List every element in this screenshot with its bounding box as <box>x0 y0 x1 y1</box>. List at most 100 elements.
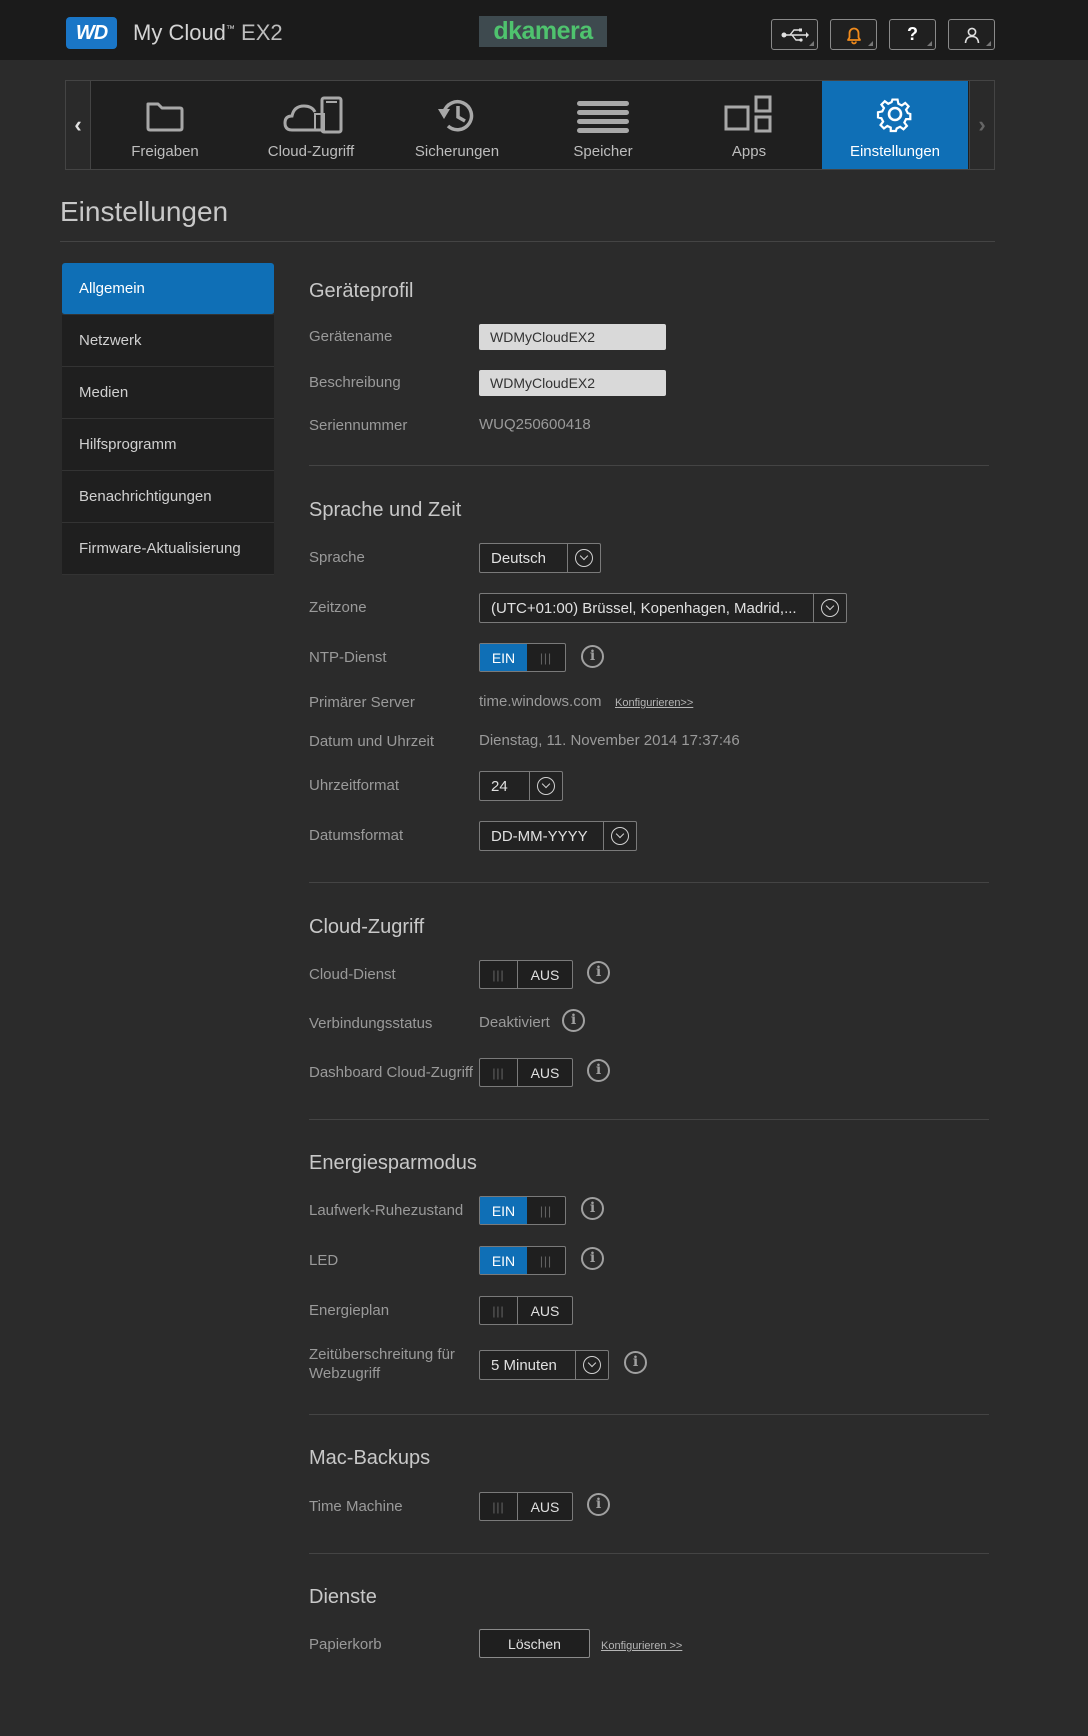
toggle-state: EIN <box>480 1247 527 1274</box>
trash-delete-button[interactable]: Löschen <box>479 1629 590 1658</box>
ntp-label: NTP-Dienst <box>309 649 387 666</box>
info-icon[interactable]: i <box>581 1197 604 1220</box>
chevron-right-icon: › <box>978 112 986 137</box>
nav-label: Sicherungen <box>414 143 500 160</box>
drive-sleep-label: Laufwerk-Ruhezustand <box>309 1202 464 1219</box>
drive-sleep-toggle[interactable]: EIN ||| <box>479 1196 566 1225</box>
section-divider <box>309 1119 989 1120</box>
usb-button[interactable] <box>771 19 818 50</box>
product-model: EX2 <box>241 20 283 45</box>
toggle-state: AUS <box>530 966 560 983</box>
info-icon[interactable]: i <box>562 1009 585 1032</box>
sidebar-item-hilfsprogramm[interactable]: Hilfsprogramm <box>62 419 274 471</box>
toggle-grip: ||| <box>480 1297 518 1324</box>
account-button[interactable] <box>948 19 995 50</box>
nav-item-speicher[interactable]: Speicher <box>530 81 676 169</box>
cloud-service-toggle[interactable]: ||| AUS <box>479 960 573 989</box>
info-icon[interactable]: i <box>587 961 610 984</box>
description-input[interactable]: WDMyCloudEX2 <box>479 370 666 396</box>
section-title-mac: Mac-Backups <box>309 1447 431 1469</box>
energy-plan-toggle[interactable]: ||| AUS <box>479 1296 573 1325</box>
sidebar-item-firmware[interactable]: Firmware-Aktualisierung <box>62 523 274 575</box>
info-icon[interactable]: i <box>581 1247 604 1270</box>
help-icon: ? <box>907 24 918 44</box>
chevron-down-icon <box>583 1356 601 1374</box>
cloud-service-label: Cloud-Dienst <box>309 966 396 983</box>
serial-label: Seriennummer <box>309 417 408 434</box>
page-title: Einstellungen <box>60 196 229 227</box>
timeformat-label: Uhrzeitformat <box>309 777 400 794</box>
nav-item-cloud-zugriff[interactable]: Cloud-Zugriff <box>238 81 384 169</box>
device-name-input[interactable]: WDMyCloudEX2 <box>479 324 666 350</box>
ntp-toggle[interactable]: EIN ||| <box>479 643 566 672</box>
configure-trash-link[interactable]: Konfigurieren >> <box>601 1640 682 1652</box>
cloud-devices-icon <box>283 96 343 134</box>
led-toggle[interactable]: EIN ||| <box>479 1246 566 1275</box>
bell-icon <box>846 27 861 44</box>
timezone-select[interactable]: (UTC+01:00) Brüssel, Kopenhagen, Madrid,… <box>479 593 847 623</box>
timezone-label: Zeitzone <box>309 599 367 616</box>
folder-icon <box>146 102 184 132</box>
time-machine-toggle[interactable]: ||| AUS <box>479 1492 573 1521</box>
nav-next-button[interactable]: › <box>969 81 994 169</box>
primary-server-label: Primärer Server <box>309 694 415 711</box>
timezone-value: (UTC+01:00) Brüssel, Kopenhagen, Madrid,… <box>491 599 797 617</box>
sidebar-item-benachrichtigungen[interactable]: Benachrichtigungen <box>62 471 274 523</box>
nav-item-apps[interactable]: Apps <box>676 81 822 169</box>
energy-plan-label: Energieplan <box>309 1302 390 1319</box>
nav-label: Einstellungen <box>849 143 941 160</box>
description-label: Beschreibung <box>309 374 401 391</box>
info-icon[interactable]: i <box>587 1059 610 1082</box>
time-machine-label: Time Machine <box>309 1498 403 1515</box>
product-name-text: My Cloud <box>133 20 226 45</box>
nav-item-einstellungen[interactable]: Einstellungen <box>822 81 968 169</box>
nav-label: Cloud-Zugriff <box>267 143 355 160</box>
sidebar-item-allgemein[interactable]: Allgemein <box>62 263 274 315</box>
dashboard-cloud-toggle[interactable]: ||| AUS <box>479 1058 573 1087</box>
title-divider <box>60 241 995 242</box>
chevron-left-icon: ‹ <box>74 112 82 137</box>
serial-value: WUQ250600418 <box>479 416 591 433</box>
configure-ntp-link[interactable]: Konfigurieren>> <box>615 697 693 709</box>
notifications-button[interactable] <box>830 19 877 50</box>
storage-icon <box>577 101 629 133</box>
dashboard-cloud-label: Dashboard Cloud-Zugriff <box>309 1064 473 1081</box>
dateformat-value: DD-MM-YYYY <box>491 827 588 845</box>
web-timeout-value: 5 Minuten <box>491 1356 557 1374</box>
nav-item-sicherungen[interactable]: Sicherungen <box>384 81 530 169</box>
nav-prev-button[interactable]: ‹ <box>66 81 91 169</box>
info-icon[interactable]: i <box>581 645 604 668</box>
toggle-state: AUS <box>530 1498 560 1515</box>
section-title-services: Dienste <box>309 1586 377 1608</box>
history-icon <box>438 99 474 132</box>
chevron-down-icon <box>611 827 629 845</box>
dateformat-select[interactable]: DD-MM-YYYY <box>479 821 637 851</box>
toggle-grip: ||| <box>480 1493 518 1520</box>
chevron-down-icon <box>575 549 593 567</box>
timeformat-select[interactable]: 24 <box>479 771 563 801</box>
toggle-grip: ||| <box>539 650 553 665</box>
section-title-energy: Energiesparmodus <box>309 1152 477 1174</box>
sponsor-logo: dkamera <box>479 16 607 47</box>
nav-item-freigaben[interactable]: Freigaben <box>92 81 238 169</box>
nav-label: Freigaben <box>131 143 199 160</box>
toggle-grip: ||| <box>480 1059 518 1086</box>
language-select[interactable]: Deutsch <box>479 543 601 573</box>
top-bar: WD My Cloud™ EX2 dkamera ? <box>0 0 1088 60</box>
timeformat-value: 24 <box>491 777 508 795</box>
help-button[interactable]: ? <box>889 19 936 50</box>
info-icon[interactable]: i <box>587 1493 610 1516</box>
apps-icon <box>724 95 772 133</box>
product-name: My Cloud™ EX2 <box>133 20 283 45</box>
info-icon[interactable]: i <box>624 1351 647 1374</box>
section-title-profile: Geräteprofil <box>309 280 414 302</box>
primary-server-value: time.windows.com <box>479 693 602 710</box>
language-label: Sprache <box>309 549 365 566</box>
gear-icon <box>876 98 912 133</box>
user-icon <box>964 27 979 43</box>
sidebar-item-medien[interactable]: Medien <box>62 367 274 419</box>
toggle-state: AUS <box>530 1064 560 1081</box>
language-value: Deutsch <box>491 549 547 567</box>
web-timeout-select[interactable]: 5 Minuten <box>479 1350 609 1380</box>
sidebar-item-netzwerk[interactable]: Netzwerk <box>62 315 274 367</box>
